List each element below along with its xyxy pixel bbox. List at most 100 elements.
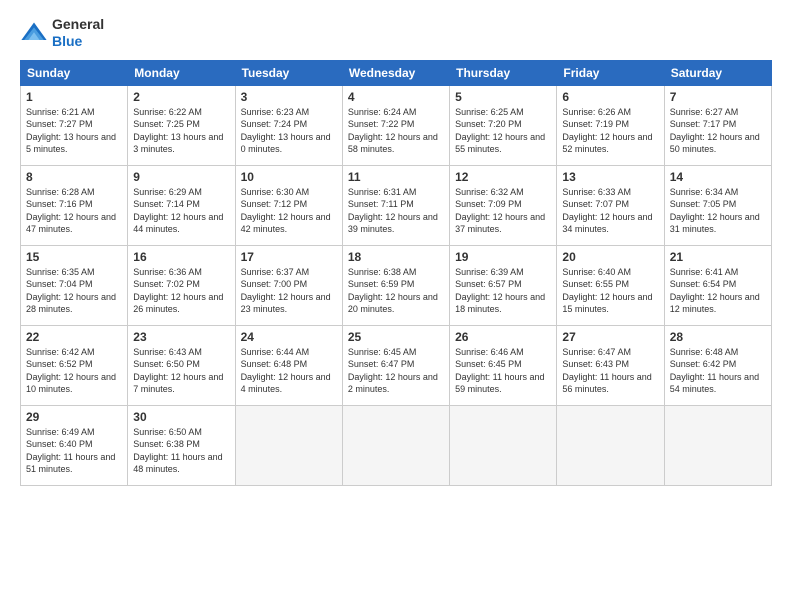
calendar-week-5: 29 Sunrise: 6:49 AM Sunset: 6:40 PM Dayl… bbox=[21, 405, 772, 485]
day-number: 19 bbox=[455, 250, 551, 264]
day-number: 10 bbox=[241, 170, 337, 184]
day-info: Sunrise: 6:28 AM Sunset: 7:16 PM Dayligh… bbox=[26, 186, 122, 236]
day-cell-8: 8 Sunrise: 6:28 AM Sunset: 7:16 PM Dayli… bbox=[21, 165, 128, 245]
day-info: Sunrise: 6:40 AM Sunset: 6:55 PM Dayligh… bbox=[562, 266, 658, 316]
day-cell-20: 20 Sunrise: 6:40 AM Sunset: 6:55 PM Dayl… bbox=[557, 245, 664, 325]
calendar-week-4: 22 Sunrise: 6:42 AM Sunset: 6:52 PM Dayl… bbox=[21, 325, 772, 405]
day-cell-15: 15 Sunrise: 6:35 AM Sunset: 7:04 PM Dayl… bbox=[21, 245, 128, 325]
day-info: Sunrise: 6:27 AM Sunset: 7:17 PM Dayligh… bbox=[670, 106, 766, 156]
day-cell-11: 11 Sunrise: 6:31 AM Sunset: 7:11 PM Dayl… bbox=[342, 165, 449, 245]
day-info: Sunrise: 6:37 AM Sunset: 7:00 PM Dayligh… bbox=[241, 266, 337, 316]
day-info: Sunrise: 6:47 AM Sunset: 6:43 PM Dayligh… bbox=[562, 346, 658, 396]
day-info: Sunrise: 6:42 AM Sunset: 6:52 PM Dayligh… bbox=[26, 346, 122, 396]
day-info: Sunrise: 6:32 AM Sunset: 7:09 PM Dayligh… bbox=[455, 186, 551, 236]
day-number: 25 bbox=[348, 330, 444, 344]
col-wednesday: Wednesday bbox=[342, 60, 449, 85]
header: General Blue bbox=[20, 16, 772, 50]
day-info: Sunrise: 6:23 AM Sunset: 7:24 PM Dayligh… bbox=[241, 106, 337, 156]
day-number: 1 bbox=[26, 90, 122, 104]
day-cell-21: 21 Sunrise: 6:41 AM Sunset: 6:54 PM Dayl… bbox=[664, 245, 771, 325]
col-saturday: Saturday bbox=[664, 60, 771, 85]
day-number: 11 bbox=[348, 170, 444, 184]
day-cell-2: 2 Sunrise: 6:22 AM Sunset: 7:25 PM Dayli… bbox=[128, 85, 235, 165]
day-info: Sunrise: 6:39 AM Sunset: 6:57 PM Dayligh… bbox=[455, 266, 551, 316]
col-friday: Friday bbox=[557, 60, 664, 85]
day-cell-7: 7 Sunrise: 6:27 AM Sunset: 7:17 PM Dayli… bbox=[664, 85, 771, 165]
day-number: 9 bbox=[133, 170, 229, 184]
day-info: Sunrise: 6:25 AM Sunset: 7:20 PM Dayligh… bbox=[455, 106, 551, 156]
day-number: 20 bbox=[562, 250, 658, 264]
day-info: Sunrise: 6:45 AM Sunset: 6:47 PM Dayligh… bbox=[348, 346, 444, 396]
day-number: 28 bbox=[670, 330, 766, 344]
calendar-week-2: 8 Sunrise: 6:28 AM Sunset: 7:16 PM Dayli… bbox=[21, 165, 772, 245]
day-cell-18: 18 Sunrise: 6:38 AM Sunset: 6:59 PM Dayl… bbox=[342, 245, 449, 325]
day-number: 6 bbox=[562, 90, 658, 104]
day-info: Sunrise: 6:33 AM Sunset: 7:07 PM Dayligh… bbox=[562, 186, 658, 236]
day-cell-9: 9 Sunrise: 6:29 AM Sunset: 7:14 PM Dayli… bbox=[128, 165, 235, 245]
day-info: Sunrise: 6:43 AM Sunset: 6:50 PM Dayligh… bbox=[133, 346, 229, 396]
day-info: Sunrise: 6:48 AM Sunset: 6:42 PM Dayligh… bbox=[670, 346, 766, 396]
day-info: Sunrise: 6:31 AM Sunset: 7:11 PM Dayligh… bbox=[348, 186, 444, 236]
day-cell-1: 1 Sunrise: 6:21 AM Sunset: 7:27 PM Dayli… bbox=[21, 85, 128, 165]
day-info: Sunrise: 6:38 AM Sunset: 6:59 PM Dayligh… bbox=[348, 266, 444, 316]
col-thursday: Thursday bbox=[450, 60, 557, 85]
logo-blue: Blue bbox=[52, 33, 104, 50]
day-info: Sunrise: 6:26 AM Sunset: 7:19 PM Dayligh… bbox=[562, 106, 658, 156]
day-number: 16 bbox=[133, 250, 229, 264]
day-cell-4: 4 Sunrise: 6:24 AM Sunset: 7:22 PM Dayli… bbox=[342, 85, 449, 165]
day-number: 8 bbox=[26, 170, 122, 184]
day-info: Sunrise: 6:44 AM Sunset: 6:48 PM Dayligh… bbox=[241, 346, 337, 396]
day-cell-19: 19 Sunrise: 6:39 AM Sunset: 6:57 PM Dayl… bbox=[450, 245, 557, 325]
day-cell-13: 13 Sunrise: 6:33 AM Sunset: 7:07 PM Dayl… bbox=[557, 165, 664, 245]
logo-icon bbox=[20, 19, 48, 47]
day-info: Sunrise: 6:36 AM Sunset: 7:02 PM Dayligh… bbox=[133, 266, 229, 316]
day-info: Sunrise: 6:46 AM Sunset: 6:45 PM Dayligh… bbox=[455, 346, 551, 396]
day-cell-23: 23 Sunrise: 6:43 AM Sunset: 6:50 PM Dayl… bbox=[128, 325, 235, 405]
day-number: 3 bbox=[241, 90, 337, 104]
day-cell-6: 6 Sunrise: 6:26 AM Sunset: 7:19 PM Dayli… bbox=[557, 85, 664, 165]
day-number: 26 bbox=[455, 330, 551, 344]
empty-cell bbox=[235, 405, 342, 485]
empty-cell bbox=[342, 405, 449, 485]
day-number: 27 bbox=[562, 330, 658, 344]
day-cell-28: 28 Sunrise: 6:48 AM Sunset: 6:42 PM Dayl… bbox=[664, 325, 771, 405]
col-tuesday: Tuesday bbox=[235, 60, 342, 85]
empty-cell bbox=[664, 405, 771, 485]
day-number: 14 bbox=[670, 170, 766, 184]
day-number: 17 bbox=[241, 250, 337, 264]
day-info: Sunrise: 6:35 AM Sunset: 7:04 PM Dayligh… bbox=[26, 266, 122, 316]
day-info: Sunrise: 6:29 AM Sunset: 7:14 PM Dayligh… bbox=[133, 186, 229, 236]
day-cell-17: 17 Sunrise: 6:37 AM Sunset: 7:00 PM Dayl… bbox=[235, 245, 342, 325]
day-cell-5: 5 Sunrise: 6:25 AM Sunset: 7:20 PM Dayli… bbox=[450, 85, 557, 165]
col-sunday: Sunday bbox=[21, 60, 128, 85]
day-info: Sunrise: 6:34 AM Sunset: 7:05 PM Dayligh… bbox=[670, 186, 766, 236]
day-cell-25: 25 Sunrise: 6:45 AM Sunset: 6:47 PM Dayl… bbox=[342, 325, 449, 405]
empty-cell bbox=[450, 405, 557, 485]
day-number: 23 bbox=[133, 330, 229, 344]
day-cell-27: 27 Sunrise: 6:47 AM Sunset: 6:43 PM Dayl… bbox=[557, 325, 664, 405]
day-number: 2 bbox=[133, 90, 229, 104]
day-cell-3: 3 Sunrise: 6:23 AM Sunset: 7:24 PM Dayli… bbox=[235, 85, 342, 165]
calendar-week-1: 1 Sunrise: 6:21 AM Sunset: 7:27 PM Dayli… bbox=[21, 85, 772, 165]
day-number: 22 bbox=[26, 330, 122, 344]
day-info: Sunrise: 6:21 AM Sunset: 7:27 PM Dayligh… bbox=[26, 106, 122, 156]
day-cell-12: 12 Sunrise: 6:32 AM Sunset: 7:09 PM Dayl… bbox=[450, 165, 557, 245]
day-cell-16: 16 Sunrise: 6:36 AM Sunset: 7:02 PM Dayl… bbox=[128, 245, 235, 325]
day-cell-26: 26 Sunrise: 6:46 AM Sunset: 6:45 PM Dayl… bbox=[450, 325, 557, 405]
day-number: 21 bbox=[670, 250, 766, 264]
day-number: 30 bbox=[133, 410, 229, 424]
day-cell-10: 10 Sunrise: 6:30 AM Sunset: 7:12 PM Dayl… bbox=[235, 165, 342, 245]
day-number: 12 bbox=[455, 170, 551, 184]
day-cell-14: 14 Sunrise: 6:34 AM Sunset: 7:05 PM Dayl… bbox=[664, 165, 771, 245]
logo-text: General Blue bbox=[52, 16, 104, 50]
day-number: 4 bbox=[348, 90, 444, 104]
day-cell-22: 22 Sunrise: 6:42 AM Sunset: 6:52 PM Dayl… bbox=[21, 325, 128, 405]
day-info: Sunrise: 6:24 AM Sunset: 7:22 PM Dayligh… bbox=[348, 106, 444, 156]
page: General Blue Sunday Monday Tuesday Wedne… bbox=[0, 0, 792, 496]
calendar-week-3: 15 Sunrise: 6:35 AM Sunset: 7:04 PM Dayl… bbox=[21, 245, 772, 325]
day-info: Sunrise: 6:50 AM Sunset: 6:38 PM Dayligh… bbox=[133, 426, 229, 476]
day-number: 13 bbox=[562, 170, 658, 184]
day-cell-29: 29 Sunrise: 6:49 AM Sunset: 6:40 PM Dayl… bbox=[21, 405, 128, 485]
calendar-table: Sunday Monday Tuesday Wednesday Thursday… bbox=[20, 60, 772, 486]
day-number: 7 bbox=[670, 90, 766, 104]
